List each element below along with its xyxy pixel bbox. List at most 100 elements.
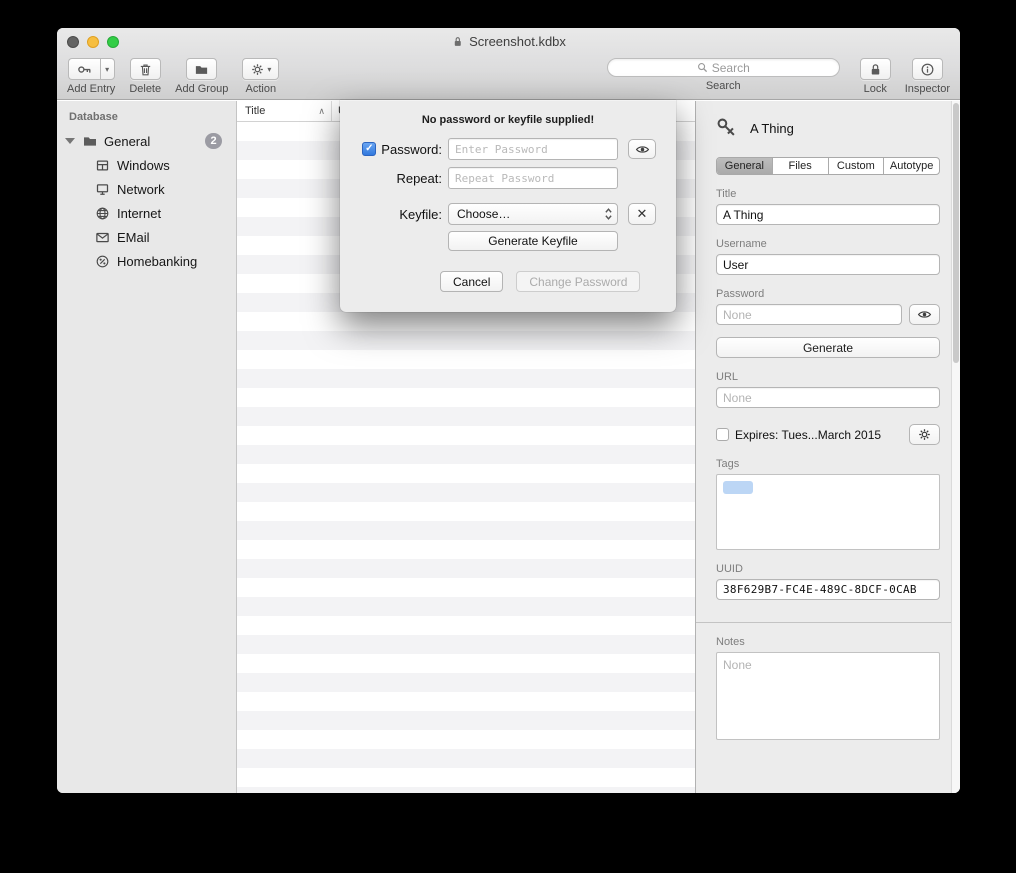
tab-autotype[interactable]: Autotype: [884, 158, 939, 174]
percent-coin-icon: [95, 254, 110, 269]
sheet-message: No password or keyfile supplied!: [340, 114, 676, 126]
clear-keyfile-button[interactable]: ✕: [628, 203, 656, 225]
uuid-label: UUID: [716, 563, 940, 575]
search-icon: [697, 62, 708, 73]
delete-item: Delete: [129, 58, 161, 95]
action-item: ▾ Action: [242, 58, 279, 95]
disclosure-triangle-icon[interactable]: [65, 138, 75, 144]
key-icon[interactable]: [68, 58, 100, 80]
windows-icon: [95, 158, 110, 173]
password-checkbox[interactable]: ✓: [362, 142, 376, 156]
inspector-header: A Thing: [716, 117, 940, 139]
tab-custom[interactable]: Custom: [829, 158, 885, 174]
notes-field[interactable]: [716, 652, 940, 740]
username-field[interactable]: [716, 254, 940, 275]
url-field[interactable]: [716, 387, 940, 408]
dialog-password-field[interactable]: [448, 138, 618, 160]
password-field[interactable]: [716, 304, 902, 325]
tags-label: Tags: [716, 458, 940, 470]
search-item: Search Search: [607, 58, 840, 92]
add-entry-item: ▾ Add Entry: [67, 58, 115, 95]
scrollbar-thumb[interactable]: [953, 103, 959, 363]
envelope-icon: [95, 230, 110, 245]
dialog-keyfile-label: Keyfile:: [399, 207, 442, 222]
folder-icon: [194, 62, 209, 77]
tag-pill[interactable]: [723, 481, 753, 494]
url-label: URL: [716, 371, 940, 383]
popup-stepper-icon: [604, 207, 613, 221]
keyfile-popup-button[interactable]: Choose…: [448, 203, 618, 225]
dialog-reveal-password-button[interactable]: [628, 139, 656, 159]
tab-files[interactable]: Files: [773, 158, 829, 174]
add-group-button[interactable]: [186, 58, 217, 80]
chevron-down-icon[interactable]: ▾: [100, 58, 115, 80]
trash-icon: [138, 62, 153, 77]
inspector-divider: [696, 622, 960, 623]
notes-label: Notes: [716, 636, 940, 648]
inspector-item: Inspector: [905, 58, 950, 95]
change-password-button[interactable]: Change Password: [516, 271, 640, 292]
expires-row: Expires: Tues...March 2015: [716, 424, 940, 445]
lock-icon: [868, 62, 883, 77]
sort-ascending-icon: ∧: [318, 106, 325, 117]
action-button[interactable]: ▾: [242, 58, 279, 80]
lock-button[interactable]: [860, 58, 891, 80]
expires-settings-button[interactable]: [909, 424, 940, 445]
sidebar-item-label: Windows: [117, 158, 170, 173]
column-header-title[interactable]: Title ∧: [237, 101, 332, 121]
sidebar-item-label: Homebanking: [117, 254, 197, 269]
entry-count-badge: 2: [205, 133, 222, 149]
expires-checkbox[interactable]: [716, 428, 729, 441]
sidebar-group-general[interactable]: General 2: [57, 129, 236, 153]
dialog-repeat-label: Repeat:: [396, 171, 442, 186]
key-icon: [716, 117, 738, 139]
username-label: Username: [716, 238, 940, 250]
sidebar-item-label: Network: [117, 182, 165, 197]
cancel-button[interactable]: Cancel: [440, 271, 503, 292]
inspector-label: Inspector: [905, 83, 950, 95]
folder-icon: [82, 133, 98, 149]
keyfile-selected-value: Choose…: [457, 207, 510, 221]
uuid-field[interactable]: [716, 579, 940, 600]
dialog-password-label: Password:: [381, 142, 442, 157]
title-field[interactable]: [716, 204, 940, 225]
window-title-area: Screenshot.kdbx: [57, 28, 960, 55]
delete-label: Delete: [129, 83, 161, 95]
delete-button[interactable]: [130, 58, 161, 80]
add-entry-label: Add Entry: [67, 83, 115, 95]
search-input[interactable]: Search: [607, 58, 840, 77]
eye-icon: [917, 307, 932, 322]
info-icon: [920, 62, 935, 77]
reveal-password-button[interactable]: [909, 304, 940, 325]
window-chrome: Screenshot.kdbx ▾ Add Entry Delete: [57, 28, 960, 100]
expires-label: Expires: Tues...March 2015: [735, 428, 903, 442]
sidebar-item-windows[interactable]: Windows: [57, 153, 236, 177]
column-title-label: Title: [245, 105, 265, 117]
inspector-button[interactable]: [912, 58, 943, 80]
gear-icon: [250, 62, 265, 77]
entry-title: A Thing: [750, 121, 794, 136]
add-entry-button[interactable]: ▾: [68, 58, 115, 80]
sidebar-item-label: Internet: [117, 206, 161, 221]
change-password-sheet: No password or keyfile supplied! ✓ Passw…: [340, 100, 676, 312]
document-proxy-icon: [451, 35, 464, 48]
tab-general[interactable]: General: [717, 158, 773, 174]
tags-box[interactable]: [716, 474, 940, 550]
title-label: Title: [716, 188, 940, 200]
password-label: Password: [716, 288, 940, 300]
sidebar-item-internet[interactable]: Internet: [57, 201, 236, 225]
toolbar: ▾ Add Entry Delete Add Group ▾: [57, 55, 960, 99]
generate-password-button[interactable]: Generate: [716, 337, 940, 358]
eye-icon: [635, 142, 650, 157]
sidebar-item-homebanking[interactable]: Homebanking: [57, 249, 236, 273]
dialog-repeat-field[interactable]: [448, 167, 618, 189]
action-label: Action: [246, 83, 277, 95]
generate-keyfile-button[interactable]: Generate Keyfile: [448, 231, 618, 251]
search-placeholder: Search: [712, 61, 750, 75]
titlebar[interactable]: Screenshot.kdbx: [57, 28, 960, 55]
inspector-scrollbar[interactable]: [951, 101, 960, 793]
sidebar-item-email[interactable]: EMail: [57, 225, 236, 249]
add-group-item: Add Group: [175, 58, 228, 95]
lock-label: Lock: [864, 83, 887, 95]
sidebar-item-network[interactable]: Network: [57, 177, 236, 201]
